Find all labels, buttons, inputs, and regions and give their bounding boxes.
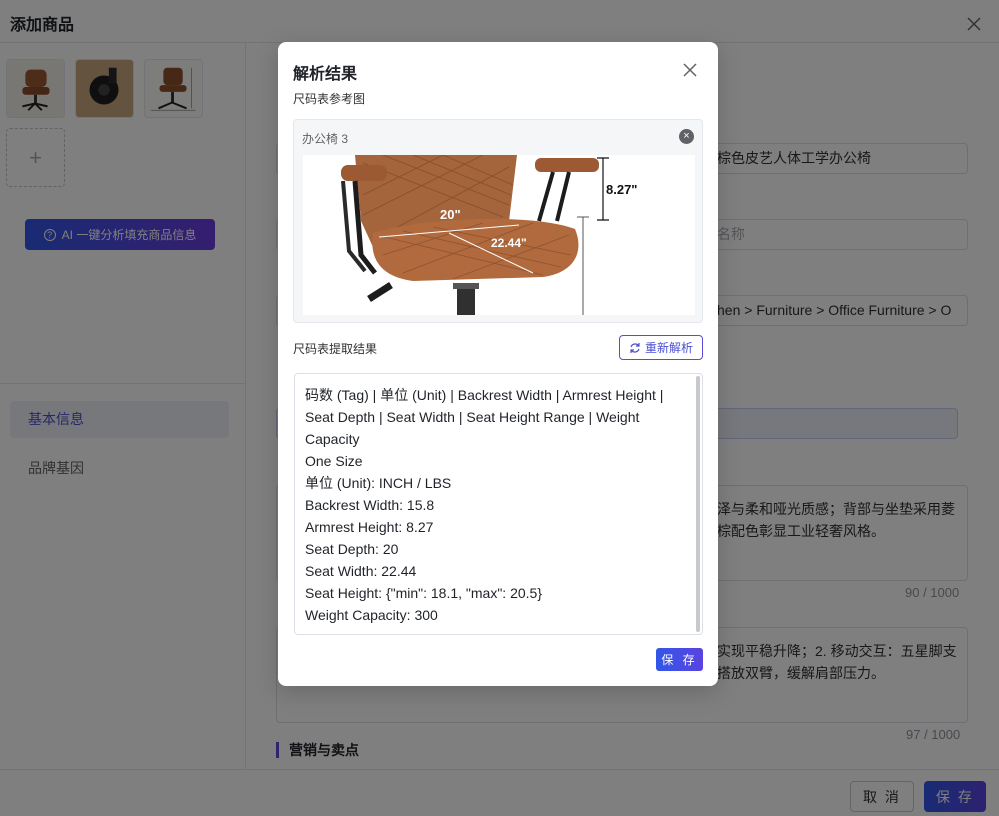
result-line: Seat Depth: 20 — [305, 541, 399, 557]
result-line: Backrest Width: 15.8 — [305, 497, 435, 513]
reparse-button[interactable]: 重新解析 — [619, 335, 703, 360]
size-chart-image: 8.27" 20" 22.44" — [303, 155, 695, 315]
dialog-save-button[interactable]: 保 存 — [656, 648, 703, 671]
extract-result-label: 尺码表提取结果 — [293, 342, 378, 356]
refresh-icon — [630, 342, 640, 353]
result-line: Seat Height: {"min": 18.1, "max": 20.5} — [305, 585, 543, 601]
result-line: Seat Depth | Seat Width | Seat Height Ra… — [305, 409, 640, 425]
backrest-width-annotation: 20" — [440, 207, 461, 222]
result-line: 单位 (Unit): INCH / LBS — [305, 475, 452, 491]
textarea-scrollbar[interactable] — [696, 376, 700, 632]
seat-width-annotation: 22.44" — [491, 236, 527, 250]
reference-image-label: 尺码表参考图 — [293, 92, 366, 106]
reparse-label: 重新解析 — [644, 341, 693, 355]
dialog-title: 解析结果 — [293, 66, 358, 83]
result-line: 码数 (Tag) | 单位 (Unit) | Backrest Width | … — [305, 387, 664, 403]
reference-image-card: 办公椅 3 × 8.27" 20" 22.44" — [293, 119, 703, 323]
result-line: Weight Capacity: 300 — [305, 607, 438, 623]
result-line: Capacity — [305, 431, 360, 447]
extract-result-textarea[interactable]: 码数 (Tag) | 单位 (Unit) | Backrest Width | … — [294, 373, 703, 635]
reference-image-name: 办公椅 3 — [302, 132, 349, 146]
armrest-height-annotation: 8.27" — [606, 182, 637, 197]
result-line: Armrest Height: 8.27 — [305, 519, 434, 535]
result-line: Seat Width: 22.44 — [305, 563, 417, 579]
close-icon[interactable] — [683, 63, 697, 77]
result-line: One Size — [305, 453, 363, 469]
remove-image-icon[interactable]: × — [679, 129, 694, 144]
parse-result-dialog: 解析结果 尺码表参考图 办公椅 3 × 8.27" 20" 22.44" 尺码表… — [278, 42, 718, 686]
